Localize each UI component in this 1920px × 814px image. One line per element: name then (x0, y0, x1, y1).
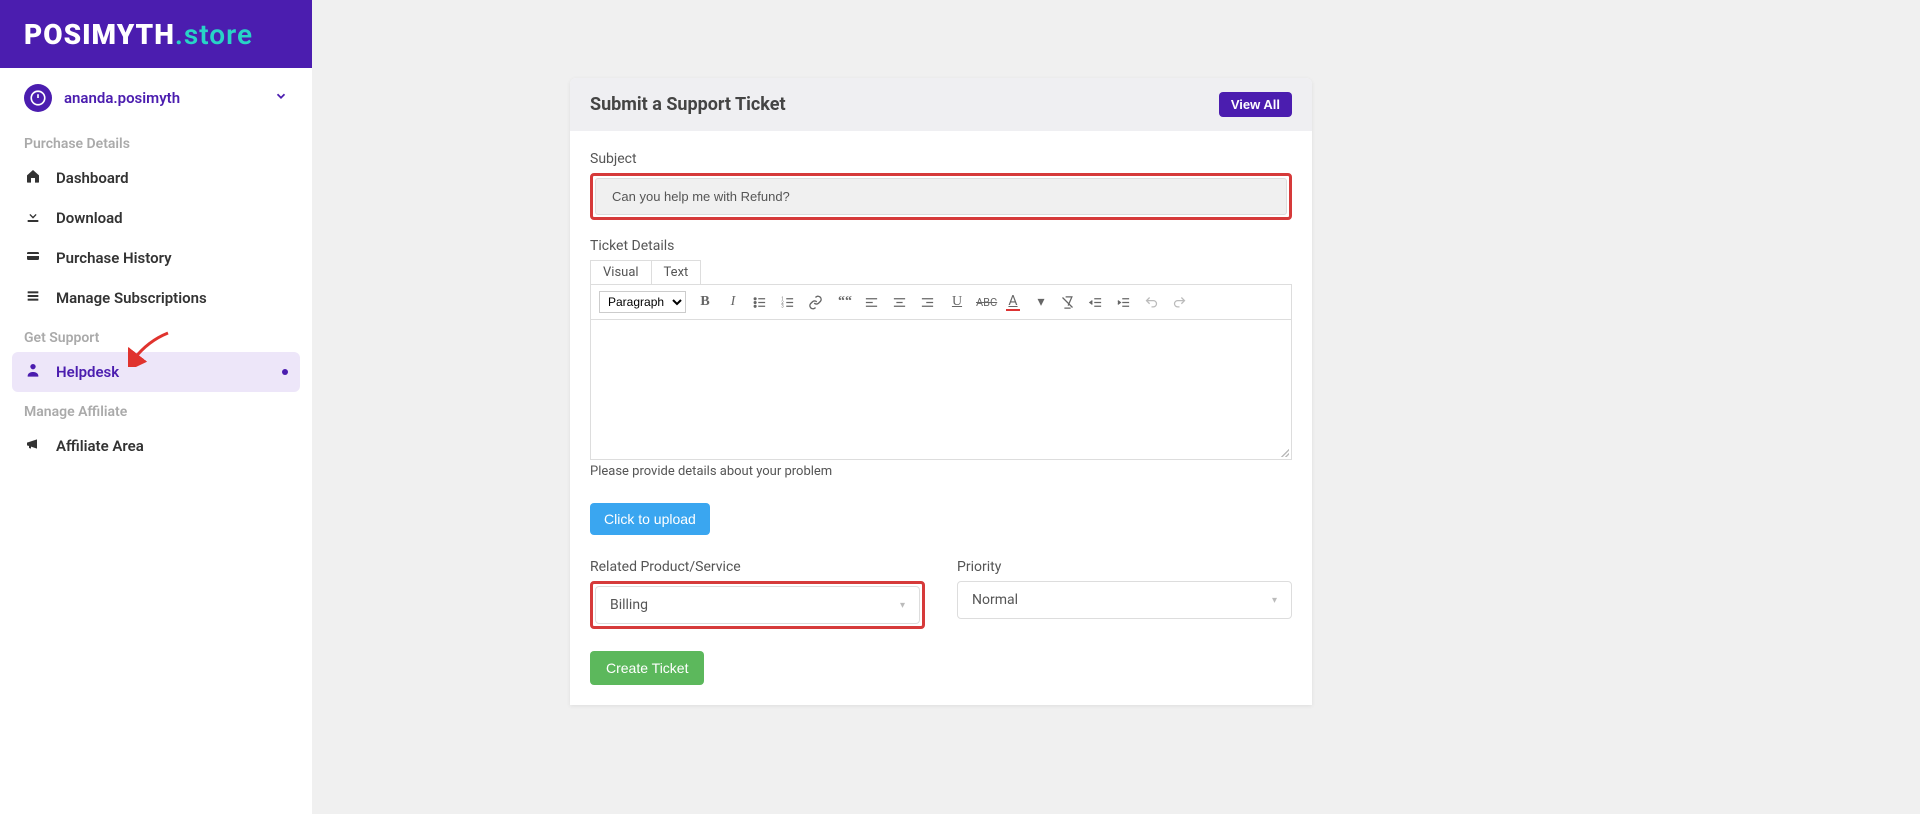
brand-name: POSIMYTH (24, 18, 175, 51)
clear-formatting-icon[interactable] (1060, 295, 1078, 310)
avatar (24, 84, 52, 112)
sidebar-item-download[interactable]: Download (0, 198, 312, 238)
sidebar-item-label: Manage Subscriptions (56, 289, 207, 307)
card-icon (24, 248, 42, 268)
user-name: ananda.posimyth (64, 89, 180, 107)
underline-icon[interactable]: U (948, 294, 966, 310)
chevron-down-icon: ▾ (900, 600, 905, 611)
details-helper: Please provide details about your proble… (590, 464, 1292, 479)
chevron-down-icon: ▾ (1272, 595, 1277, 606)
undo-icon[interactable] (1144, 295, 1162, 310)
editor-toolbar: Paragraph B I 123 ““ U ABC (590, 284, 1292, 320)
sidebar-item-affiliate-area[interactable]: Affiliate Area (0, 426, 312, 466)
brand-logo: POSIMYTH.store (0, 0, 312, 68)
list-icon (24, 288, 42, 308)
align-right-icon[interactable] (920, 295, 938, 310)
details-label: Ticket Details (590, 238, 1292, 254)
section-manage-affiliate: Manage Affiliate (0, 392, 312, 426)
related-label: Related Product/Service (590, 559, 925, 575)
related-highlight: Billing ▾ (590, 581, 925, 629)
sidebar-item-helpdesk[interactable]: Helpdesk (12, 352, 300, 392)
strikethrough-icon[interactable]: ABC (976, 296, 994, 309)
outdent-icon[interactable] (1088, 295, 1106, 310)
sidebar-item-dashboard[interactable]: Dashboard (0, 158, 312, 198)
priority-label: Priority (957, 559, 1292, 575)
indent-icon[interactable] (1116, 295, 1134, 310)
sidebar-item-label: Download (56, 209, 123, 227)
create-ticket-button[interactable]: Create Ticket (590, 651, 704, 685)
section-get-support: Get Support (0, 318, 312, 352)
sidebar-item-subscriptions[interactable]: Manage Subscriptions (0, 278, 312, 318)
redo-icon[interactable] (1172, 295, 1190, 310)
download-icon (24, 208, 42, 228)
details-editor[interactable] (590, 320, 1292, 460)
related-select[interactable]: Billing ▾ (595, 586, 920, 624)
bullet-list-icon[interactable] (752, 295, 770, 310)
numbered-list-icon[interactable]: 123 (780, 295, 798, 310)
home-icon (24, 168, 42, 188)
priority-select[interactable]: Normal ▾ (957, 581, 1292, 619)
sidebar-item-label: Purchase History (56, 249, 172, 267)
sidebar-item-purchase-history[interactable]: Purchase History (0, 238, 312, 278)
link-icon[interactable] (808, 295, 826, 310)
brand-suffix: .store (175, 18, 253, 51)
editor-tabs: Visual Text (590, 260, 1292, 284)
related-value: Billing (610, 597, 648, 613)
bold-icon[interactable]: B (696, 294, 714, 310)
paragraph-select[interactable]: Paragraph (599, 291, 686, 313)
blockquote-icon[interactable]: ““ (836, 294, 854, 310)
view-all-button[interactable]: View All (1219, 92, 1292, 117)
user-menu[interactable]: ananda.posimyth (0, 68, 312, 124)
sidebar: POSIMYTH.store ananda.posimyth Purchase … (0, 0, 312, 814)
tab-text[interactable]: Text (652, 260, 702, 284)
chevron-down-icon (274, 89, 288, 107)
subject-highlight (590, 173, 1292, 220)
text-color-dropdown-icon[interactable]: ▾ (1032, 294, 1050, 310)
text-color-icon[interactable]: A (1004, 294, 1022, 311)
tab-visual[interactable]: Visual (590, 260, 652, 284)
align-center-icon[interactable] (892, 295, 910, 310)
resize-handle-icon[interactable] (1279, 447, 1289, 457)
upload-button[interactable]: Click to upload (590, 503, 710, 535)
sidebar-item-label: Affiliate Area (56, 437, 144, 455)
section-purchase-details: Purchase Details (0, 124, 312, 158)
ticket-card: Submit a Support Ticket View All Subject… (570, 78, 1312, 705)
italic-icon[interactable]: I (724, 294, 742, 310)
helpdesk-icon (24, 362, 42, 382)
subject-input[interactable] (595, 178, 1287, 215)
svg-text:3: 3 (781, 304, 784, 309)
sidebar-item-label: Dashboard (56, 169, 129, 187)
priority-value: Normal (972, 592, 1018, 608)
align-left-icon[interactable] (864, 295, 882, 310)
megaphone-icon (24, 436, 42, 456)
card-title: Submit a Support Ticket (590, 94, 786, 115)
subject-label: Subject (590, 151, 1292, 167)
sidebar-item-label: Helpdesk (56, 363, 119, 381)
